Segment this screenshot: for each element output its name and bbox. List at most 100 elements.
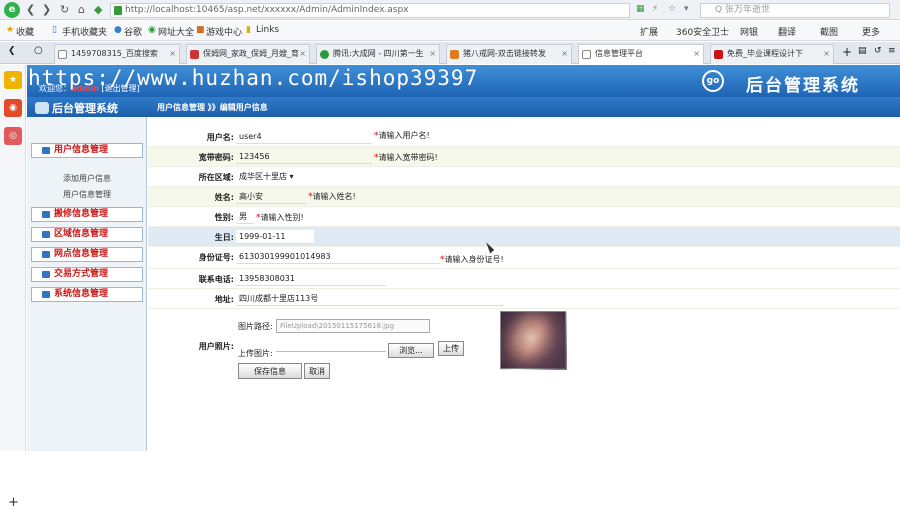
forward-icon[interactable]: ❯ bbox=[42, 3, 51, 16]
browse-button[interactable]: 浏览... bbox=[388, 343, 434, 358]
side-menu: 用户信息管理 添加用户信息 用户信息管理 搬修信息管理 区域信息管理 网点信息管… bbox=[27, 117, 147, 451]
cancel-button[interactable]: 取消 bbox=[304, 363, 330, 379]
home-icon[interactable]: ⌂ bbox=[78, 3, 85, 16]
tab-refresh-icon[interactable]: ○ bbox=[34, 45, 43, 56]
shield-icon[interactable]: ◆ bbox=[94, 3, 102, 16]
birthday-input[interactable] bbox=[236, 230, 314, 244]
row-gender: 性别: *请输入性别! bbox=[148, 207, 900, 227]
row-idcard: 身份证号: *请输入身份证号! bbox=[148, 247, 900, 269]
menu-system-mgmt[interactable]: 系统信息管理 bbox=[31, 287, 143, 302]
brand-logo-icon: go bbox=[702, 70, 724, 92]
name-input[interactable] bbox=[236, 190, 306, 204]
bookmark-translate[interactable]: 翻译 bbox=[778, 25, 796, 38]
tab-dacheng[interactable]: 腾讯:大成网 - 四川第一生 × bbox=[316, 44, 440, 64]
save-button[interactable]: 保存信息 bbox=[238, 363, 302, 379]
weibo-icon[interactable]: ◉ bbox=[4, 99, 22, 117]
star-icon[interactable]: ★ bbox=[4, 71, 22, 89]
flash-icon[interactable]: ⚡ bbox=[652, 4, 658, 14]
bookmark-games[interactable]: 游戏中心 bbox=[206, 25, 242, 38]
password-hint: *请输入宽带密码! bbox=[374, 153, 438, 163]
username-hint: *请输入用户名! bbox=[374, 131, 430, 141]
bookmark-baidu[interactable]: 谷歌 bbox=[124, 25, 142, 38]
idcard-hint: *请输入身份证号! bbox=[440, 255, 504, 265]
photo-path-input[interactable]: FileUpload\20150115175618.jpg bbox=[276, 319, 430, 333]
new-tab-icon[interactable]: + bbox=[842, 45, 852, 59]
dropdown-icon[interactable]: ▾ bbox=[684, 4, 689, 14]
close-icon[interactable]: × bbox=[169, 45, 176, 63]
username-input[interactable] bbox=[236, 130, 372, 144]
bookmark-links[interactable]: Links bbox=[256, 25, 279, 35]
menu-repair-mgmt[interactable]: 搬修信息管理 bbox=[31, 207, 143, 222]
menu-branch-mgmt[interactable]: 网点信息管理 bbox=[31, 247, 143, 262]
menu-user-list[interactable]: 用户信息管理 bbox=[31, 188, 143, 201]
browser-logo-icon[interactable]: e bbox=[4, 2, 20, 18]
bookmark-favorites[interactable]: 收藏 bbox=[16, 25, 34, 38]
bookmark-mobile[interactable]: 手机收藏夹 bbox=[62, 25, 107, 38]
address-input[interactable] bbox=[236, 292, 504, 306]
admin-page: 欢迎您：admin [退出管理] go 后台管理系统 后台管理系统 用户信息管理… bbox=[27, 65, 900, 451]
address-label: 地址: bbox=[214, 295, 234, 304]
site-icon bbox=[714, 50, 723, 59]
globe-icon: ◉ bbox=[148, 25, 156, 35]
idcard-input[interactable] bbox=[236, 250, 440, 264]
star-icon[interactable]: ☆ bbox=[668, 4, 676, 14]
upload-label: 上传图片: bbox=[238, 349, 273, 358]
row-username: 用户名: *请输入用户名! bbox=[148, 127, 900, 147]
menu-icon bbox=[42, 231, 50, 238]
star-icon: ★ bbox=[6, 25, 15, 35]
photo-label: 用户照片: bbox=[198, 342, 234, 351]
tab-back-icon[interactable]: ❮ bbox=[8, 46, 16, 56]
page-icon bbox=[58, 50, 67, 59]
phone-label: 联系电话: bbox=[198, 275, 234, 284]
bookmark-sites[interactable]: 网址大全 bbox=[158, 25, 194, 38]
phone-input[interactable] bbox=[236, 272, 386, 286]
bookmarks-bar: ★ 收藏 ▯ 手机收藏夹 ● 谷歌 ◉ 网址大全 ■ 游戏中心 ▮ Links … bbox=[0, 21, 900, 41]
close-icon[interactable]: × bbox=[823, 45, 830, 63]
tab-admin[interactable]: 信息管理平台 × bbox=[578, 44, 704, 64]
search-input[interactable]: Q 张万年逝世 bbox=[700, 3, 890, 18]
add-icon[interactable]: + bbox=[8, 495, 19, 510]
reader-icon[interactable]: ▦ bbox=[636, 4, 645, 14]
row-address: 地址: bbox=[148, 289, 900, 309]
site-icon bbox=[320, 50, 329, 59]
refresh-icon[interactable]: ↻ bbox=[60, 3, 69, 16]
address-bar[interactable]: http://localhost:10465/asp.net/xxxxxx/Ad… bbox=[110, 3, 630, 18]
close-icon[interactable]: × bbox=[299, 45, 306, 63]
password-input[interactable] bbox=[236, 150, 372, 164]
page-icon bbox=[582, 50, 591, 59]
bookmark-360[interactable]: 360安全卫士 bbox=[676, 25, 729, 38]
menu-icon bbox=[42, 271, 50, 278]
close-icon[interactable]: × bbox=[429, 45, 436, 63]
menu-user-mgmt[interactable]: 用户信息管理 bbox=[31, 143, 143, 158]
watermark-text: https://www.huzhan.com/ishop39397 bbox=[28, 66, 479, 90]
region-select[interactable]: 成华区十里店 ▾ bbox=[236, 170, 294, 184]
row-name: 姓名: *请输入姓名! bbox=[148, 187, 900, 207]
tab-baidu[interactable]: 1459708315_百度搜索 × bbox=[54, 44, 180, 64]
close-icon[interactable]: × bbox=[693, 45, 700, 63]
menu-add-user[interactable]: 添加用户信息 bbox=[31, 172, 143, 185]
name-label: 姓名: bbox=[214, 193, 234, 202]
page-icon bbox=[114, 6, 122, 15]
tab-download[interactable]: 免费_毕业课程设计下 × bbox=[710, 44, 834, 64]
row-password: 宽带密码: *请输入宽带密码! bbox=[148, 147, 900, 167]
tab-baomu[interactable]: 保姆网_家政_保姆_月嫂_育 × bbox=[186, 44, 310, 64]
restore-icon[interactable]: ↺ bbox=[874, 46, 882, 56]
target-icon[interactable]: ◎ bbox=[4, 127, 22, 145]
bookmark-extensions[interactable]: 扩展 bbox=[640, 25, 658, 38]
bookmark-bank[interactable]: 网银 bbox=[740, 25, 758, 38]
menu-icon[interactable]: ≡ bbox=[888, 46, 896, 56]
bookmark-screenshot[interactable]: 截图 bbox=[820, 25, 838, 38]
breadcrumb: 用户信息管理 》》编辑用户信息 bbox=[157, 103, 268, 112]
menu-region-mgmt[interactable]: 区域信息管理 bbox=[31, 227, 143, 242]
menu-trade-mgmt[interactable]: 交易方式管理 bbox=[31, 267, 143, 282]
bookmark-more[interactable]: 更多 bbox=[862, 25, 880, 38]
upload-button[interactable]: 上传 bbox=[438, 341, 464, 356]
back-icon[interactable]: ❮ bbox=[26, 3, 35, 16]
file-input[interactable] bbox=[276, 351, 386, 352]
gender-input[interactable] bbox=[236, 210, 254, 224]
tab-zbj[interactable]: 猪八戒网-双击链接转发 × bbox=[446, 44, 572, 64]
menu-icon bbox=[42, 291, 50, 298]
close-icon[interactable]: × bbox=[561, 45, 568, 63]
row-birthday: 生日: bbox=[148, 227, 900, 247]
tab-list-icon[interactable]: ▤ bbox=[858, 46, 867, 56]
